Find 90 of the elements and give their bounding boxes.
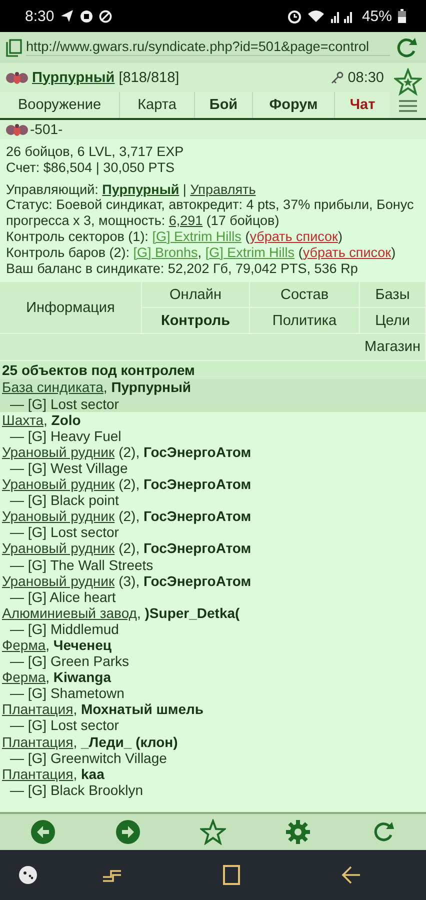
section-title: Информация [0, 282, 142, 334]
send-icon [60, 9, 74, 23]
nav-link[interactable]: Форум [253, 92, 335, 118]
nav-link[interactable]: Вооружение [0, 92, 120, 118]
wifi-icon [308, 9, 324, 23]
back-nav-icon[interactable] [341, 864, 361, 886]
star-icon[interactable] [200, 819, 226, 845]
object-link[interactable]: Плантация [2, 701, 74, 718]
sector-text: — [G] Green Parks [9, 653, 130, 670]
sector-text: — [G] Black point [9, 492, 120, 508]
home-icon[interactable] [221, 864, 241, 886]
manager-link[interactable]: Пурпурный [102, 182, 180, 197]
sector-text: — [G] The Wall Streets [9, 556, 154, 573]
info-line: Контроль баров (2): [G] Bronhs, [G] Extrim Hills (убрать список) [6, 244, 397, 261]
sector-text: — [G] Alice heart [10, 588, 117, 605]
object-link[interactable]: Плантация [2, 766, 74, 782]
info-line: Контроль секторов (1): [G] Extrim Hills (убрать список) [6, 228, 344, 245]
object-link[interactable]: Урановый рудник [2, 572, 115, 589]
sector-text: — [G] Lost sector [0, 396, 426, 412]
copy-icon[interactable] [6, 38, 22, 56]
list-title: 25 объектов под контролем [0, 361, 426, 380]
section-tab[interactable]: Состав [250, 282, 360, 308]
sector-text: — [G] Lost sector [9, 524, 120, 540]
text-link[interactable]: 6,291 [168, 213, 203, 228]
object-entry: Плантация, kaa [1, 766, 106, 782]
section-tab[interactable]: Контроль [142, 308, 250, 334]
alarm-icon [286, 8, 302, 24]
sector-text: — [G] Heavy Fuel [9, 428, 122, 444]
battery-icon [398, 9, 406, 23]
hp-text: [818/818] [118, 70, 180, 86]
object-link[interactable]: Алюминиевый завод [2, 604, 137, 621]
player-link[interactable]: Пурпурный [32, 70, 115, 86]
object-entry: Алюминиевый завод, )Super_Detka( [1, 604, 241, 621]
server-time: 08:30 [348, 70, 384, 86]
object-link[interactable]: Плантация [2, 734, 74, 750]
nav-link[interactable]: Чат [335, 92, 390, 118]
object-link[interactable]: Урановый рудник [2, 476, 115, 492]
object-entry: Урановый рудник (2), ГосЭнергоАтом [1, 444, 252, 460]
remove-link[interactable]: убрать список [302, 244, 392, 260]
sector-text: — [G] Lost sector [9, 717, 120, 734]
sector-text: — [G] West Village [10, 460, 128, 476]
clock-time: 8:30 [25, 8, 54, 24]
object-entry: Ферма, Kiwanga [1, 669, 112, 686]
sector-text: — [G] Middlemud [9, 620, 119, 637]
object-link[interactable]: База синдиката [2, 379, 104, 396]
info-line: Счет: $86,504 | 30,050 PTS [6, 160, 176, 176]
object-entry: Урановый рудник (3), ГосЭнергоАтом [1, 572, 252, 589]
info-line: Ваш баланс в синдикате: 52,202 Гб, 79,042 PTS, 536 Rp [6, 260, 359, 276]
object-link[interactable]: Шахта [2, 412, 44, 428]
key-icon [330, 70, 344, 84]
remove-link[interactable]: убрать список [250, 228, 338, 244]
sector-text: — [G] Black Brooklyn [10, 782, 144, 798]
syndicate-number: -501- [30, 121, 63, 138]
object-entry: Плантация, _Леди_ (клон) [1, 734, 179, 750]
nav-link[interactable]: Карта [120, 92, 195, 118]
emblem-icon [6, 70, 28, 84]
text-link[interactable]: Управлять [190, 182, 256, 197]
game-icon[interactable] [18, 864, 38, 886]
object-entry: Урановый рудник (2), ГосЭнергоАтом [1, 476, 252, 492]
star-icon[interactable] [394, 68, 422, 96]
info-line: 26 бойцов, 6 LVL, 3,717 EXP [6, 144, 185, 160]
forward-icon[interactable] [114, 819, 141, 845]
section-tab[interactable]: Онлайн [142, 282, 250, 308]
object-link[interactable]: Урановый рудник [2, 508, 115, 524]
object-entry: Шахта, Zolo [1, 412, 82, 428]
back-icon[interactable] [30, 819, 56, 845]
blocked-icon [99, 10, 112, 22]
object-link[interactable]: Ферма [2, 636, 46, 653]
info-line: Управляющий: Пурпурный | Управлять [6, 182, 257, 198]
emblem-icon [6, 122, 28, 136]
object-entry: Урановый рудник (2), ГосЭнергоАтом [1, 540, 252, 556]
sector-text: — [G] Shametown [9, 685, 126, 702]
object-entry: Плантация, Мохнатый шмель [1, 701, 205, 718]
section-tab[interactable]: Цели [360, 308, 426, 334]
object-entry: Урановый рудник (2), ГосЭнергоАтом [1, 508, 252, 524]
object-link[interactable]: Урановый рудник [2, 444, 115, 460]
settings-icon[interactable] [285, 819, 312, 845]
object-link[interactable]: Ферма [2, 669, 46, 686]
object-link[interactable]: Урановый рудник [2, 540, 115, 556]
object-entry: База синдиката, Пурпурный [0, 379, 426, 396]
object-entry: Ферма, Чеченец [1, 636, 112, 654]
circle-icon [80, 10, 94, 22]
section-tab[interactable]: Политика [250, 308, 360, 334]
info-line: Статус: Боевой синдикат, автокредит: 4 pts, 37% прибыли, Бонус прогресса х 3, мощность: 6,291 (17 бойцов) [6, 197, 415, 229]
menu-icon[interactable] [398, 98, 418, 113]
section-tab[interactable]: Базы [360, 282, 426, 308]
battery-level: 45% [362, 8, 392, 24]
section-tab[interactable]: Магазин [360, 334, 426, 360]
sector-text: — [G] Greenwitch Village [10, 750, 167, 766]
nav-link[interactable]: Бой [195, 92, 253, 118]
